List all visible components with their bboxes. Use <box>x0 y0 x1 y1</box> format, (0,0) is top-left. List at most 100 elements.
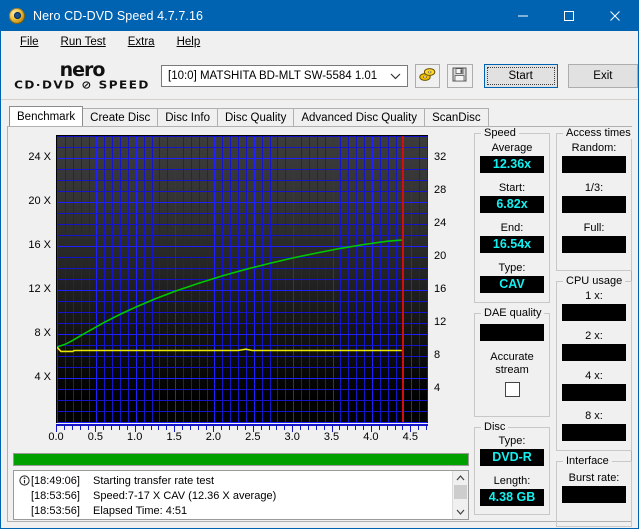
chart-x-tick <box>284 426 286 430</box>
chart-x-tick <box>150 426 152 430</box>
chart-gridline-vertical <box>427 136 428 422</box>
burst-rate-label: Burst rate: <box>568 472 620 484</box>
transfer-rate-chart: 4 X 8 X 12 X 16 X 20 X 24 X 4 8 12 16 20 24 28 32 0.… <box>12 131 470 449</box>
log-row[interactable]: [18:53:56] Elapsed Time: 4:51 <box>17 503 452 518</box>
chart-x-tick <box>355 426 357 430</box>
chart-y-tick-right: 24 <box>434 217 447 230</box>
speed-end-value: 16.54x <box>480 236 544 253</box>
log-row[interactable]: [18:49:06] Starting transfer rate test <box>17 473 452 488</box>
chart-x-tick <box>378 426 380 430</box>
chart-x-tick <box>268 426 270 430</box>
chart-x-tick <box>189 426 191 430</box>
close-button[interactable] <box>592 1 638 31</box>
chart-x-tick <box>126 426 128 430</box>
scroll-down-icon[interactable] <box>456 505 465 519</box>
chart-y-tick-left: 4 X <box>34 371 51 383</box>
access-times-group: Access times Random: 1/3: Full: <box>556 127 634 271</box>
chart-x-tick <box>386 426 388 430</box>
start-button[interactable]: Start <box>483 64 558 88</box>
speed-type-label: Type: <box>498 262 526 274</box>
chart-x-tick <box>103 426 105 430</box>
interface-group-title: Interface <box>563 455 612 467</box>
tab-benchmark[interactable]: Benchmark <box>9 106 84 126</box>
floppy-save-icon <box>452 67 467 85</box>
chart-x-tick-label: 1.0 <box>127 431 143 443</box>
disc-group-title: Disc <box>481 421 509 433</box>
chart-y-tick-right: 4 <box>434 382 441 394</box>
chart-series-layer <box>57 239 402 353</box>
log-timestamp: [18:53:56] <box>31 489 80 502</box>
burst-rate-value <box>562 486 626 503</box>
cpu-4x-value <box>562 384 626 401</box>
cpu-4x-label: 4 x: <box>585 370 603 382</box>
chart-y-axis-right: 4 8 12 16 20 24 28 32 <box>430 131 470 423</box>
disc-info-button[interactable] <box>414 64 441 88</box>
tab-disc-info-label: Disc Info <box>165 111 210 124</box>
tab-advanced-disc-quality[interactable]: Advanced Disc Quality <box>293 108 426 126</box>
maximize-button[interactable] <box>546 1 592 31</box>
menu-help-label: Help <box>176 36 201 48</box>
exit-button[interactable]: Exit <box>567 64 638 88</box>
disc-length-value: 4.38 GB <box>480 489 544 506</box>
chart-y-axis-left: 4 X 8 X 12 X 16 X 20 X 24 X <box>12 131 54 423</box>
minimize-button[interactable] <box>500 1 546 31</box>
chart-y-tick-right: 28 <box>434 184 447 197</box>
menu-run-test-label: Run Test <box>60 36 106 48</box>
disc-type-value: DVD-R <box>480 449 544 466</box>
access-full-label: Full: <box>583 222 605 234</box>
chart-x-tick <box>315 426 317 430</box>
chart-x-tick <box>323 426 325 430</box>
tab-disc-info[interactable]: Disc Info <box>157 108 218 126</box>
benchmark-panel: 4 X 8 X 12 X 16 X 20 X 24 X 4 8 12 16 20 24 28 32 0.… <box>7 126 634 527</box>
chart-x-tick <box>426 426 427 430</box>
menu-extra-label: Extra <box>127 36 155 48</box>
scroll-up-icon[interactable] <box>456 471 465 485</box>
tab-disc-quality-label: Disc Quality <box>225 111 287 124</box>
cpu-usage-group-title: CPU usage <box>563 275 626 287</box>
chart-x-tick <box>158 426 160 430</box>
tab-scandisc[interactable]: ScanDisc <box>424 108 489 126</box>
tab-strip: Benchmark Create Disc Disc Info Disc Qua… <box>9 106 638 126</box>
chart-x-tick <box>63 426 65 430</box>
interface-group: Interface Burst rate: <box>556 455 632 527</box>
nero-logo: nero CD·DVD ⊘ SPEED <box>7 60 157 91</box>
menu-run-test[interactable]: Run Test <box>50 34 117 50</box>
access-full-value <box>562 236 626 253</box>
chart-y-tick-left: 20 X <box>28 195 51 207</box>
menu-extra[interactable]: Extra <box>117 34 166 50</box>
progress-bar <box>13 453 469 466</box>
accurate-stream-checkbox[interactable] <box>504 382 520 397</box>
chart-x-tick <box>166 426 168 430</box>
menu-bar: File Run Test Extra Help <box>1 31 638 53</box>
dae-quality-group-title: DAE quality <box>481 307 545 319</box>
menu-help[interactable]: Help <box>166 34 212 50</box>
tab-disc-quality[interactable]: Disc Quality <box>217 108 295 126</box>
chart-end-marker-line <box>401 136 404 422</box>
scrollbar-thumb[interactable] <box>454 485 467 499</box>
tab-create-disc[interactable]: Create Disc <box>82 108 159 126</box>
chart-x-tick <box>300 426 301 430</box>
cpu-2x-value <box>562 344 626 361</box>
save-button[interactable] <box>447 64 473 88</box>
speed-type-value: CAV <box>480 276 544 293</box>
drive-select[interactable]: [10:0] MATSHITA BD-MLT SW-5584 1.01 <box>161 65 408 87</box>
log-scrollbar[interactable] <box>452 471 468 519</box>
app-icon <box>9 8 25 24</box>
speed-end-label: End: <box>500 222 524 234</box>
chart-gridline-horizontal <box>57 422 427 423</box>
chart-x-tick <box>394 426 396 430</box>
log-row[interactable]: [18:53:56] Speed:7-17 X CAV (12.36 X aver… <box>17 488 452 503</box>
speed-start-value: 6.82x <box>480 196 544 213</box>
chart-x-tick-label: 3.5 <box>323 431 340 443</box>
chart-y-tick-right: 8 <box>434 349 441 362</box>
dae-quality-value <box>480 324 544 341</box>
chart-x-tick <box>71 426 73 430</box>
log-message: Starting transfer rate test <box>93 474 215 487</box>
chart-y-tick-right: 20 <box>434 250 447 263</box>
chart-x-tick <box>402 426 404 430</box>
menu-file[interactable]: File <box>9 34 50 50</box>
chart-y-tick-left: 8 X <box>34 327 51 339</box>
disc-stack-icon <box>419 66 436 86</box>
dae-accurate-stream-label-1: Accurate <box>490 351 534 363</box>
chart-series-transfer-rate <box>57 239 402 348</box>
